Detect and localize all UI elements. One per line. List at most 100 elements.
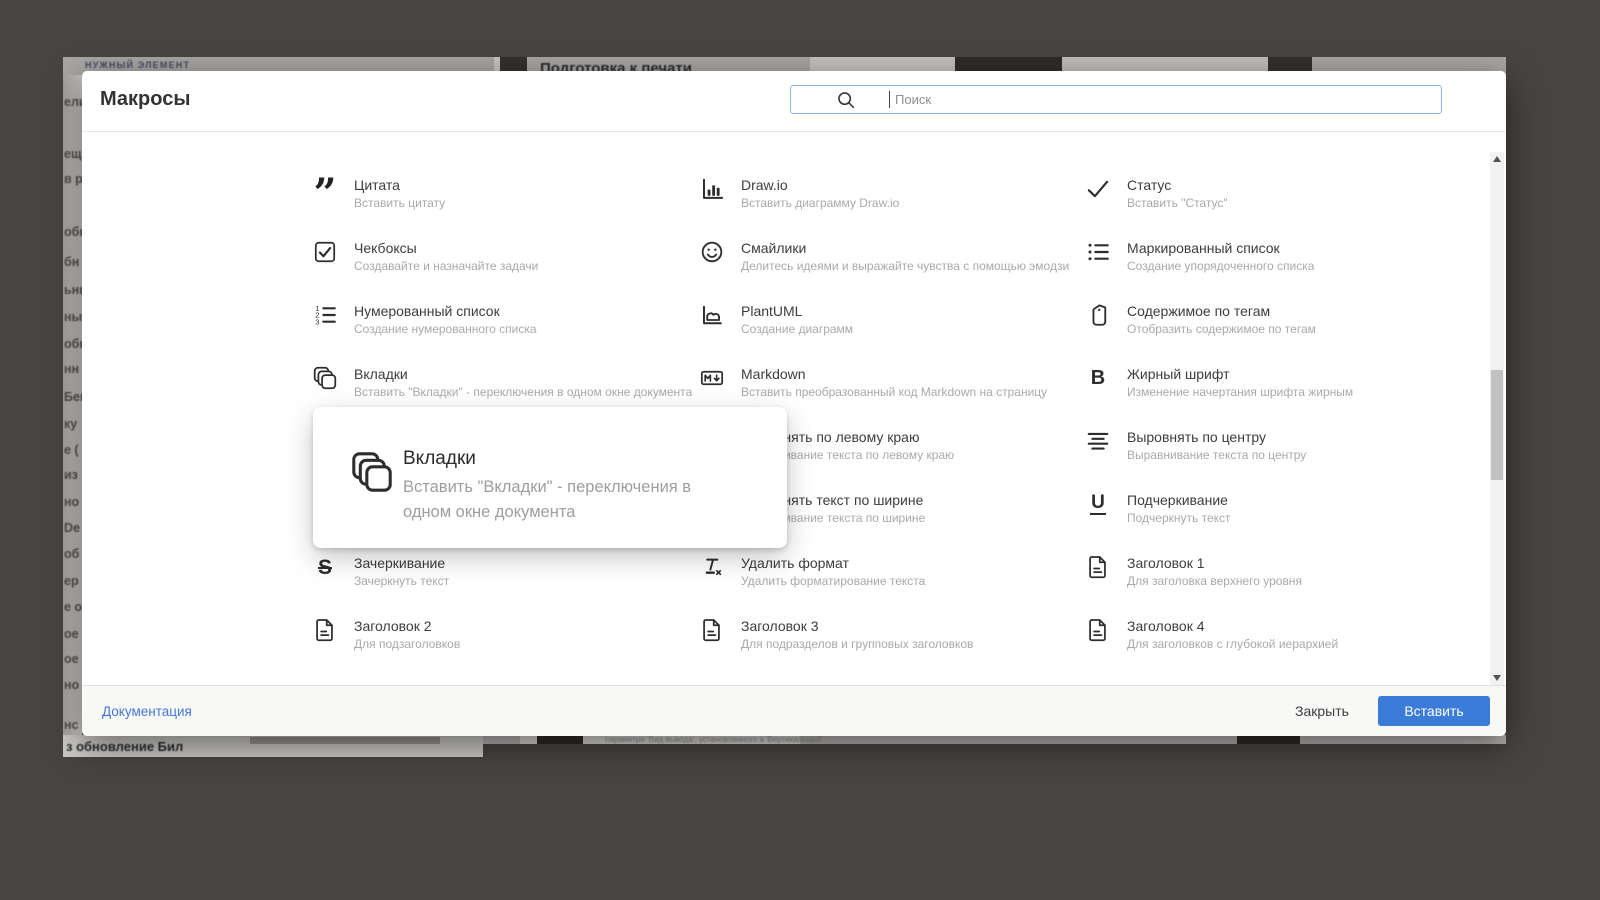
- background-text-fragment: об: [64, 547, 80, 561]
- preview-text: Вкладки Вставить "Вкладки" - переключени…: [403, 447, 743, 525]
- align-center-icon: [1085, 428, 1111, 454]
- macro-item-quote[interactable]: ” Цитата Вставить цитату: [312, 170, 684, 217]
- macro-item-title: Заголовок 4: [1127, 618, 1205, 634]
- macro-item-heading-2[interactable]: Заголовок 2 Для подзаголовков: [312, 617, 684, 652]
- modal-scrollbar[interactable]: [1490, 152, 1504, 685]
- macro-item-checkboxes[interactable]: Чекбоксы Создавайте и назначайте задачи: [312, 239, 684, 274]
- macro-item-text: Заголовок 3 Для подразделов и групповых з…: [741, 617, 973, 652]
- quote-icon: ”: [313, 170, 337, 217]
- scroll-down-button[interactable]: [1490, 671, 1504, 685]
- macro-item-text: Заголовок 4 Для заголовков с глубокой иер…: [1127, 617, 1338, 652]
- check-icon: [1085, 176, 1111, 202]
- macro-item-description: Вставить "Статус": [1127, 196, 1228, 210]
- macro-item-text: Жирный шрифт Изменение начертания шрифта …: [1127, 365, 1353, 400]
- strikethrough-icon: S: [317, 555, 332, 579]
- macro-item-text: Заголовок 1 Для заголовка верхнего уровня: [1127, 554, 1302, 589]
- macro-item-strikethrough[interactable]: S Зачеркивание Зачеркнуть текст: [312, 554, 684, 589]
- macro-item-emoji[interactable]: Смайлики Делитесь идеями и выражайте чувс…: [699, 239, 1071, 274]
- macro-item-heading-3[interactable]: Заголовок 3 Для подразделов и групповых з…: [699, 617, 1071, 652]
- macro-item-title: Содержимое по тегам: [1127, 303, 1271, 319]
- macro-item-underline[interactable]: U Подчеркивание Подчеркнуть текст: [1085, 491, 1457, 526]
- macro-item-align-center[interactable]: Выровнять по центру Выравнивание текста п…: [1085, 428, 1457, 463]
- background-text-fragment: ку: [64, 417, 78, 431]
- background-text-fragment: из: [64, 468, 78, 482]
- documentation-link[interactable]: Документация: [102, 704, 192, 719]
- macro-item-text: Зачеркивание Зачеркнуть текст: [354, 554, 449, 589]
- macro-item-description: Вставить преобразованный код Markdown на…: [741, 385, 1048, 399]
- svg-text:3: 3: [315, 317, 319, 326]
- background-window-bottom-left: з обновление Бил: [63, 735, 483, 757]
- macro-item-description: Изменение начертания шрифта жирным: [1127, 385, 1354, 399]
- preview-title: Вкладки: [403, 448, 476, 469]
- macro-item-title: Цитата: [354, 177, 400, 193]
- macro-item-text: Цитата Вставить цитату: [354, 176, 445, 211]
- macro-item-text: Смайлики Делитесь идеями и выражайте чувс…: [741, 239, 1069, 274]
- macro-item-markdown[interactable]: Markdown Вставить преобразованный код Mar…: [699, 365, 1071, 400]
- search-box: [790, 85, 1442, 114]
- doc-icon: [699, 617, 725, 643]
- plantuml-icon: [699, 302, 725, 328]
- macro-item-text: Статус Вставить "Статус": [1127, 176, 1228, 211]
- macro-item-heading-4[interactable]: Заголовок 4 Для заголовков с глубокой иер…: [1085, 617, 1457, 652]
- macro-item-tabs[interactable]: Вкладки Вставить "Вкладки" - переключения…: [312, 365, 692, 400]
- macros-dialog: Макросы ” Цитата Вставить цитату Чекбоксы Со…: [82, 71, 1506, 736]
- macro-item-heading-1[interactable]: Заголовок 1 Для заголовка верхнего уровня: [1085, 554, 1457, 589]
- scroll-up-button[interactable]: [1490, 152, 1504, 166]
- background-text-fragment: бн: [64, 255, 80, 269]
- macro-item-title: Заголовок 1: [1127, 555, 1205, 571]
- insert-button[interactable]: Вставить: [1378, 696, 1490, 726]
- macro-item-title: Подчеркивание: [1127, 492, 1228, 508]
- background-text-fragment: обн: [64, 337, 82, 351]
- background-text-fragment: нс: [64, 718, 79, 732]
- macro-item-title: Markdown: [741, 366, 806, 382]
- macro-item-description: Создание упорядоченного списка: [1127, 259, 1315, 273]
- markdown-icon: [699, 365, 725, 391]
- background-text-fragment: ое: [64, 652, 79, 666]
- macro-item-numbered-list[interactable]: 1 2 3 Нумерованный список Создание нумерован…: [312, 302, 684, 337]
- macro-item-description: Подчеркнуть текст: [1127, 511, 1231, 525]
- macro-item-description: Для подразделов и групповых заголовков: [741, 637, 974, 651]
- underline-icon: U: [1085, 491, 1111, 517]
- background-text-fragment: параметре 'Вид вывода', установленного в…: [605, 735, 823, 744]
- macro-item-bullet-list[interactable]: Маркированный список Создание упорядоченн…: [1085, 239, 1457, 274]
- macro-item-drawio[interactable]: Draw.io Вставить диаграмму Draw.io: [699, 176, 1071, 211]
- background-text-fragment: ое: [64, 627, 79, 641]
- search-input[interactable]: [791, 86, 1441, 113]
- macro-item-title: Заголовок 3: [741, 618, 819, 634]
- macro-item-description: Зачеркнуть текст: [354, 574, 450, 588]
- background-text-fragment: обн: [64, 225, 82, 239]
- triangle-down-icon: [1493, 675, 1501, 681]
- macro-item-text: Чекбоксы Создавайте и назначайте задачи: [354, 239, 538, 274]
- background-window-left: ели ещ в р обн бн ьны ны обн нн Бег ку е (из но De об е…: [63, 75, 82, 735]
- macro-item-status[interactable]: Статус Вставить "Статус": [1085, 176, 1457, 211]
- tabs-icon: [349, 449, 395, 495]
- macro-item-bold[interactable]: B Жирный шрифт Изменение начертания шрифта…: [1085, 365, 1457, 400]
- background-text-fragment: ны: [64, 310, 82, 324]
- macro-item-title: Чекбоксы: [354, 240, 417, 256]
- macro-item-tag-content[interactable]: Содержимое по тегам Отобразить содержимое…: [1085, 302, 1457, 337]
- dialog-header: Макросы: [82, 71, 1506, 132]
- close-button[interactable]: Закрыть: [1274, 696, 1370, 726]
- background-text-fragment: в р: [64, 172, 82, 186]
- macro-item-description: Создание диаграмм: [741, 322, 854, 336]
- macro-item-title: Жирный шрифт: [1127, 366, 1230, 382]
- macro-item-description: Создавайте и назначайте задачи: [354, 259, 539, 273]
- background-text-fragment: нн: [64, 362, 80, 376]
- smiley-icon: [699, 239, 725, 265]
- macro-item-description: Вставить диаграмму Draw.io: [741, 196, 900, 210]
- doc-icon: [312, 617, 338, 643]
- macro-item-title: Draw.io: [741, 177, 788, 193]
- macro-item-text: Подчеркивание Подчеркнуть текст: [1127, 491, 1231, 526]
- macro-item-text: PlantUML Создание диаграмм: [741, 302, 853, 337]
- scrollbar-thumb[interactable]: [1491, 370, 1503, 480]
- background-text-fragment: е о: [64, 600, 82, 614]
- macro-item-title: Статус: [1127, 177, 1172, 193]
- macro-item-plantuml[interactable]: PlantUML Создание диаграмм: [699, 302, 1071, 337]
- macro-item-clear-format[interactable]: Удалить формат Удалить форматирование тек…: [699, 554, 1071, 589]
- bold-icon: B: [1090, 367, 1106, 389]
- background-text-fragment: но: [64, 495, 80, 509]
- macro-item-title: Маркированный список: [1127, 240, 1280, 256]
- macro-item-title: Нумерованный список: [354, 303, 500, 319]
- macro-item-text: Маркированный список Создание упорядоченн…: [1127, 239, 1314, 274]
- macro-item-title: PlantUML: [741, 303, 803, 319]
